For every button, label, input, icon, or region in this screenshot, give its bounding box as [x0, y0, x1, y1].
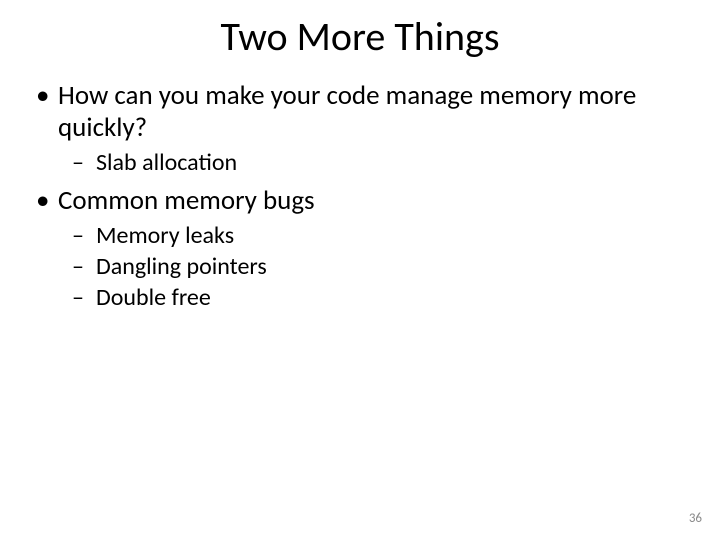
bullet-level1: Common memory bugs [36, 185, 684, 217]
slide-title: Two More Things [0, 12, 720, 61]
slide-body: How can you make your code manage memory… [36, 80, 684, 315]
slide: Two More Things How can you make your co… [0, 0, 720, 540]
page-number: 36 [689, 511, 702, 526]
bullet-level2: Double free [36, 283, 684, 312]
bullet-level2: Slab allocation [36, 148, 684, 177]
bullet-level2: Memory leaks [36, 221, 684, 250]
bullet-level1: How can you make your code manage memory… [36, 80, 684, 144]
bullet-level2: Dangling pointers [36, 252, 684, 281]
